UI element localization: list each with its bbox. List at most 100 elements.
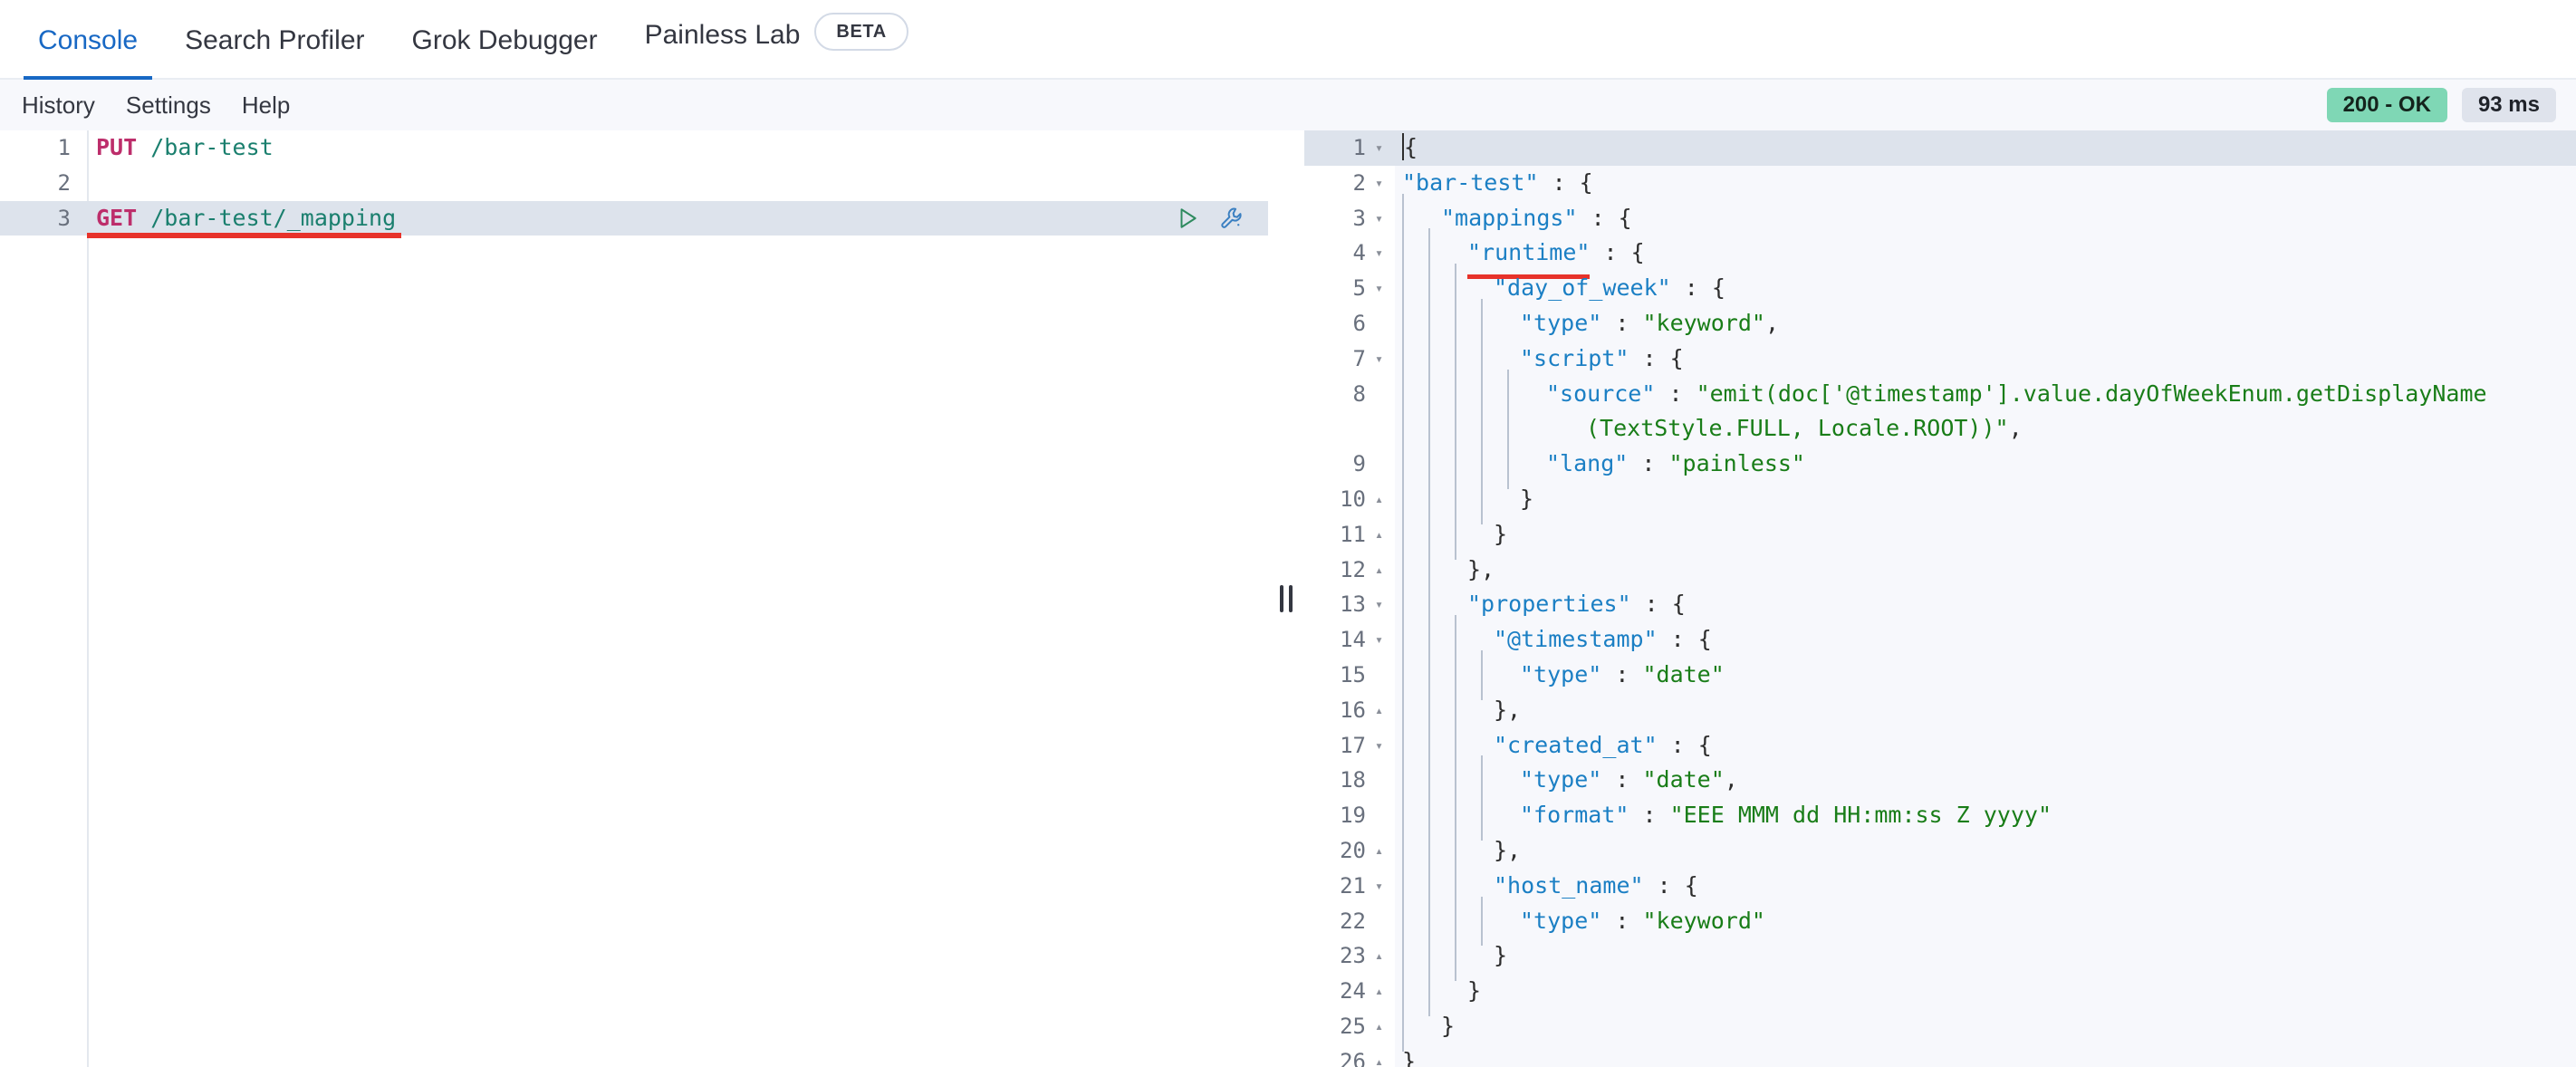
indent-guide	[1455, 649, 1481, 700]
indent-guide	[1402, 649, 1428, 700]
response-line[interactable]: 15 "type" : "date"	[1304, 649, 2576, 700]
request-actions[interactable]	[1176, 201, 1268, 236]
fold-toggle-icon[interactable]: ▾	[1371, 869, 1395, 904]
response-line[interactable]: 10 ▴ }	[1304, 475, 2576, 524]
response-line[interactable]: 16 ▴ },	[1304, 685, 2576, 735]
response-line[interactable]: 23 ▴ }	[1304, 931, 2576, 981]
fold-toggle-icon[interactable]: ▴	[1371, 517, 1395, 553]
response-line[interactable]: 8 "source" : "emit(doc['@timestamp'].val…	[1304, 369, 2576, 419]
fold-toggle-icon[interactable]: ▴	[1371, 1044, 1395, 1067]
response-line[interactable]: 4 ▾ "runtime" : {	[1304, 228, 2576, 279]
fold-toggle-icon[interactable]: ▴	[1371, 938, 1395, 974]
request-line[interactable]: 3 GET /bar-test/_mapping	[0, 200, 1268, 236]
fold-toggle-icon[interactable]: ▾	[1371, 587, 1395, 622]
tab-console[interactable]: Console	[14, 25, 161, 80]
response-lines[interactable]: 1 ▾{2 ▾ "bar-test" : {3 ▾ "mappings" : {4 ▾ "…	[1304, 130, 2576, 1067]
indent-guide	[1455, 931, 1481, 981]
response-line-content: (TextStyle.FULL, Locale.ROOT))",	[1395, 404, 2576, 454]
indent-pad	[1455, 974, 1467, 1009]
fold-toggle-icon[interactable]: ▴	[1371, 1009, 1395, 1044]
wrench-icon[interactable]	[1219, 206, 1245, 231]
response-line[interactable]: (TextStyle.FULL, Locale.ROOT))",	[1304, 404, 2576, 454]
indent-guide	[1402, 966, 1428, 1016]
response-line[interactable]: 9 "lang" : "painless"	[1304, 439, 2576, 489]
tab-grok-debugger[interactable]: Grok Debugger	[389, 27, 621, 78]
response-line-number: 9	[1352, 451, 1366, 477]
response-line[interactable]: 25 ▴ }	[1304, 1001, 2576, 1052]
response-line[interactable]: 6 "type" : "keyword",	[1304, 299, 2576, 349]
menu-item-history[interactable]: History	[22, 93, 95, 117]
fold-toggle-icon[interactable]: ▴	[1371, 833, 1395, 869]
request-editor-pane[interactable]: 1 PUT /bar-test 2 3 GET /bar-test/_mapping	[0, 130, 1268, 1067]
response-line[interactable]: 1 ▾ {	[1304, 130, 2576, 166]
response-line[interactable]: 26 ▴}	[1304, 1044, 2576, 1067]
json-separator: :	[1577, 204, 1619, 231]
response-line[interactable]: 14 ▾ "@timestamp" : {	[1304, 615, 2576, 665]
response-line[interactable]: 2 ▾ "bar-test" : {	[1304, 166, 2576, 201]
response-line[interactable]: 20 ▴ },	[1304, 825, 2576, 876]
tab-painless-lab[interactable]: Painless Lab BETA	[621, 13, 932, 78]
response-line-number: 11	[1340, 521, 1366, 547]
response-line[interactable]: 22 "type" : "keyword"	[1304, 896, 2576, 947]
resize-grip-icon[interactable]	[1280, 585, 1293, 612]
tab-console-label: Console	[38, 25, 139, 55]
request-line[interactable]: 2	[0, 166, 1268, 201]
response-line[interactable]: 18 "type" : "date",	[1304, 755, 2576, 805]
indent-pad	[1507, 482, 1520, 517]
fold-toggle-icon[interactable]: ▴	[1371, 974, 1395, 1009]
indent-guide	[1481, 475, 1507, 524]
fold-toggle-icon[interactable]: ▾	[1371, 622, 1395, 658]
json-separator: :	[1629, 802, 1670, 829]
response-line-number: 20	[1340, 837, 1366, 863]
response-line[interactable]: 12 ▴ },	[1304, 544, 2576, 595]
top-tab-bar: Console Search Profiler Grok Debugger Pa…	[0, 0, 2576, 80]
request-code-area[interactable]: 1 PUT /bar-test 2 3 GET /bar-test/_mapping	[0, 130, 1268, 1067]
request-line[interactable]: 1 PUT /bar-test	[0, 130, 1268, 166]
response-line[interactable]: 21 ▾ "host_name" : {	[1304, 860, 2576, 911]
request-line-content[interactable]: PUT /bar-test	[87, 130, 1268, 166]
response-line-content: "properties" : {	[1395, 580, 2576, 630]
json-key: "type"	[1520, 907, 1602, 934]
response-line[interactable]: 24 ▴ }	[1304, 966, 2576, 1016]
response-line[interactable]: 11 ▴ }	[1304, 509, 2576, 560]
response-line[interactable]: 5 ▾ "day_of_week" : {	[1304, 264, 2576, 313]
indent-guide	[1428, 369, 1455, 419]
wrap-indent	[1533, 411, 1586, 447]
menu-item-help[interactable]: Help	[242, 93, 290, 117]
fold-toggle-icon[interactable]: ▴	[1371, 482, 1395, 517]
response-line-number: 16	[1340, 697, 1366, 723]
response-line[interactable]: 3 ▾ "mappings" : {	[1304, 193, 2576, 244]
fold-toggle-icon[interactable]: ▾	[1371, 166, 1395, 201]
json-brace: ,	[1724, 766, 1738, 793]
indent-guide	[1402, 264, 1428, 313]
response-line[interactable]: 19 "format" : "EEE MMM dd HH:mm:ss Z yyy…	[1304, 791, 2576, 841]
indent-guide	[1507, 439, 1533, 489]
request-lines[interactable]: 1 PUT /bar-test 2 3 GET /bar-test/_mapping	[0, 130, 1268, 239]
request-line-content[interactable]: GET /bar-test/_mapping	[87, 201, 1268, 236]
fold-toggle-icon[interactable]: ▾	[1371, 130, 1395, 166]
menu-item-settings[interactable]: Settings	[126, 93, 211, 117]
response-line-content: }	[1395, 475, 2576, 524]
http-method: PUT	[96, 134, 138, 160]
response-code-area[interactable]: 1 ▾{2 ▾ "bar-test" : {3 ▾ "mappings" : {4 ▾ "…	[1304, 130, 2576, 1067]
fold-toggle-icon[interactable]: ▾	[1371, 341, 1395, 377]
indent-pad	[1507, 763, 1520, 798]
fold-toggle-icon[interactable]: ▾	[1371, 201, 1395, 236]
fold-toggle-icon[interactable]: ▾	[1371, 271, 1395, 306]
fold-toggle-icon[interactable]: ▾	[1371, 728, 1395, 764]
indent-guide	[1402, 228, 1428, 278]
response-viewer-pane[interactable]: 1 ▾{2 ▾ "bar-test" : {3 ▾ "mappings" : {4 ▾ "…	[1304, 130, 2576, 1067]
response-line[interactable]: 17 ▾ "created_at" : {	[1304, 720, 2576, 771]
indent-guide	[1402, 509, 1428, 560]
json-string-value: "date"	[1642, 766, 1725, 793]
annotation-underline	[87, 233, 401, 239]
response-line[interactable]: 13 ▾ "properties" : {	[1304, 580, 2576, 630]
indent-guide	[1481, 791, 1507, 841]
fold-toggle-icon[interactable]: ▾	[1371, 236, 1395, 271]
tab-search-profiler[interactable]: Search Profiler	[161, 27, 388, 78]
play-icon[interactable]	[1176, 207, 1199, 230]
response-line[interactable]: 7 ▾ "script" : {	[1304, 333, 2576, 384]
fold-toggle-icon[interactable]: ▴	[1371, 553, 1395, 588]
fold-toggle-icon[interactable]: ▴	[1371, 693, 1395, 728]
pane-resize-divider[interactable]	[1268, 130, 1304, 1067]
